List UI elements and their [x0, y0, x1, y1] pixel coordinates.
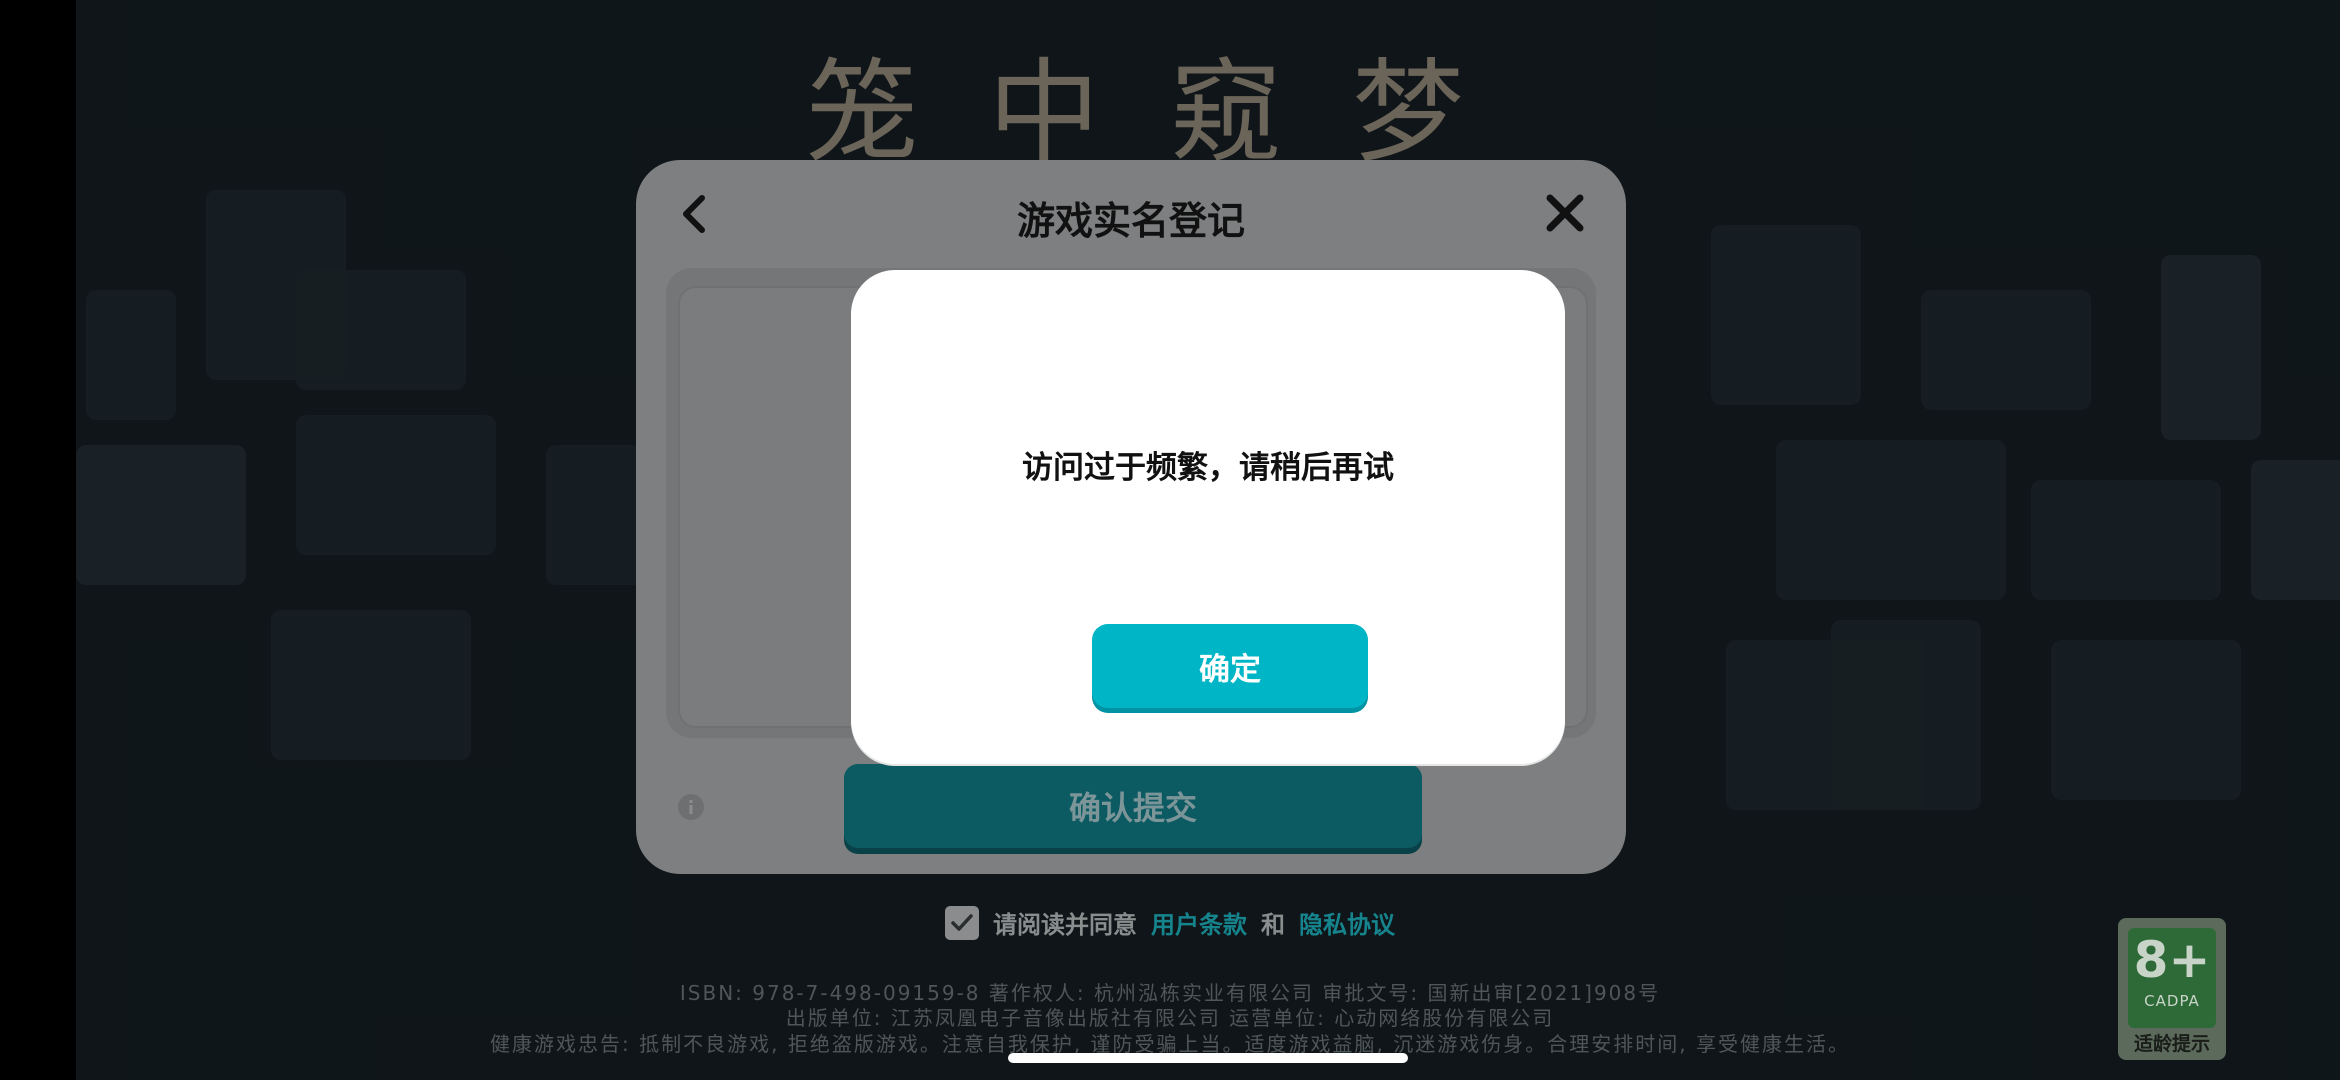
agreement-and: 和: [1261, 911, 1285, 939]
panel-title: 游戏实名登记: [1016, 199, 1245, 243]
agreement-row: 请阅读并同意 用户条款 和 隐私协议: [0, 905, 2340, 940]
info-icon[interactable]: [676, 792, 706, 822]
privacy-link[interactable]: 隐私协议: [1299, 905, 1395, 940]
close-icon[interactable]: [1540, 188, 1590, 238]
dialog-message: 访问过于频繁，请稍后再试: [1022, 450, 1394, 486]
error-dialog: 访问过于频繁，请稍后再试 确定: [851, 270, 1565, 764]
age-rating-badge: 8+ CADPA 适龄提示: [2118, 918, 2226, 1060]
checkmark-icon: [951, 913, 973, 931]
age-rating-org: CADPA: [2144, 992, 2200, 1010]
age-rating-value: 8+: [2133, 931, 2211, 989]
confirm-button[interactable]: 确定: [1092, 624, 1368, 708]
terms-link[interactable]: 用户条款: [1151, 905, 1247, 940]
age-rating-label: 适龄提示: [2133, 1033, 2210, 1055]
submit-button[interactable]: 确认提交: [844, 764, 1422, 848]
agreement-prefix: 请阅读并同意: [993, 911, 1137, 939]
home-indicator[interactable]: [1008, 1053, 1408, 1063]
footer-line-2: 出版单位: 江苏凤凰电子音像出版社有限公司 运营单位: 心动网络股份有限公司: [785, 1006, 1555, 1030]
agree-checkbox[interactable]: [945, 905, 979, 940]
